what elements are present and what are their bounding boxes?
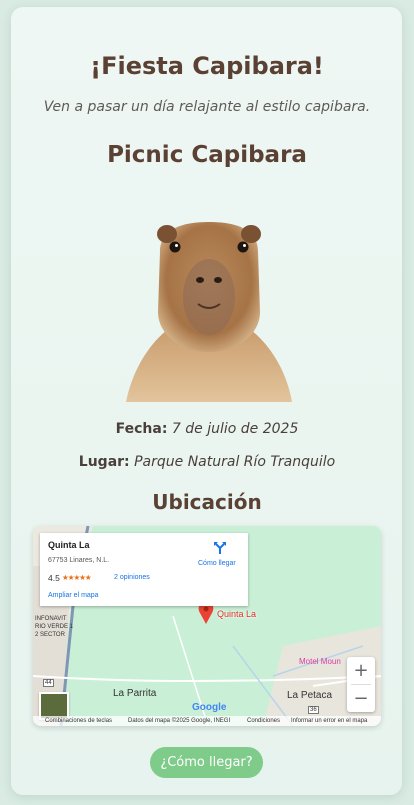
road-shield-44: 44 <box>43 679 54 687</box>
capybara-image <box>126 222 292 402</box>
rating-stars-icon: ★★★★★ <box>62 573 92 582</box>
zoom-in-button[interactable]: + <box>347 657 375 684</box>
directions-button[interactable]: ¿Cómo llegar? <box>150 747 263 778</box>
map-pin-label[interactable]: Quinta La <box>217 609 256 619</box>
place-value: Parque Natural Río Tranquilo <box>134 454 336 470</box>
date-label: Fecha: <box>115 421 168 437</box>
directions-link[interactable]: Cómo llegar <box>198 560 236 567</box>
report-error-link[interactable]: Informar un error en el mapa <box>291 718 367 724</box>
map-label-infonavit: INFONAVIT <box>35 616 67 622</box>
map-label-rio-verde: RIO VERDE 1 <box>35 624 74 630</box>
map-label-motel: Motel Moun <box>299 657 341 666</box>
event-place: Lugar: Parque Natural Río Tranquilo <box>0 454 414 470</box>
location-title: Ubicación <box>152 490 262 514</box>
map-data-credit: Datos del mapa ©2025 Google, INEGI <box>128 717 231 724</box>
terms-link[interactable]: Condiciones <box>247 718 280 724</box>
place-label: Lugar: <box>78 454 130 470</box>
place-address: 67753 Linares, N.L. <box>48 557 110 564</box>
page-subtitle: Ven a pasar un día relajante al estilo c… <box>43 99 371 115</box>
place-info-card: Quinta La 67753 Linares, N.L. 4.5 ★★★★★ … <box>40 533 248 606</box>
directions-icon[interactable] <box>213 541 227 555</box>
enlarge-map-link[interactable]: Ampliar el mapa <box>48 592 99 599</box>
map-footer: Combinaciones de teclas Datos del mapa ©… <box>33 716 381 726</box>
event-title: Picnic Capibara <box>107 142 307 168</box>
event-date: Fecha: 7 de julio de 2025 <box>0 421 414 437</box>
road-shield-36: 36 <box>308 706 319 714</box>
place-name: Quinta La <box>48 540 90 550</box>
map-label-la-parrita: La Parrita <box>113 688 157 699</box>
date-value: 7 de julio de 2025 <box>171 421 299 437</box>
zoom-controls: + − <box>347 657 375 712</box>
zoom-out-button[interactable]: − <box>347 685 375 712</box>
embedded-map[interactable]: Quinta La 67753 Linares, N.L. 4.5 ★★★★★ … <box>33 526 381 726</box>
reviews-link[interactable]: 2 opiniones <box>114 574 150 581</box>
google-logo: Google <box>192 702 227 713</box>
page-title: ¡Fiesta Capibara! <box>90 52 324 80</box>
map-label-sector: 2 SECTOR <box>35 632 65 638</box>
place-rating: 4.5 <box>48 573 60 583</box>
map-label-la-petaca: La Petaca <box>287 690 333 701</box>
keyboard-shortcuts-link[interactable]: Combinaciones de teclas <box>45 718 112 724</box>
